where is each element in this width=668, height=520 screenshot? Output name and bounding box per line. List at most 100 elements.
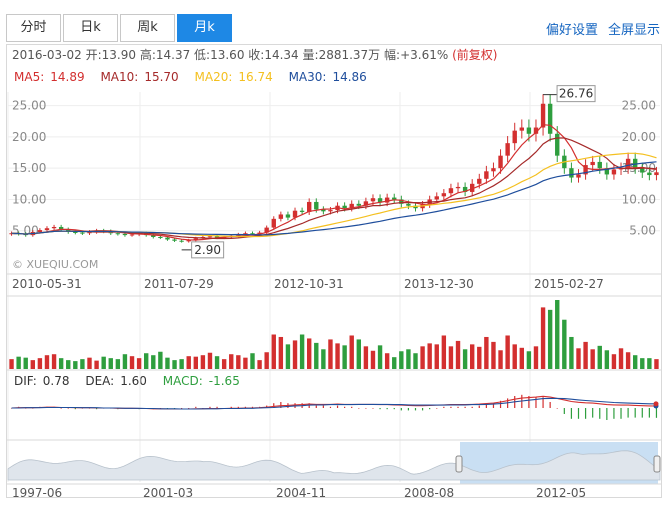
macd-bar xyxy=(471,406,473,408)
x-tick-label: 2010-05-31 xyxy=(12,277,82,291)
volume-bar xyxy=(207,352,213,369)
volume-bar xyxy=(477,346,482,369)
volume-bar xyxy=(200,355,206,369)
macd-bar xyxy=(195,406,197,408)
volume-bar xyxy=(640,358,645,369)
macd-bar xyxy=(400,408,402,411)
candle-body xyxy=(392,197,397,200)
volume-bar xyxy=(462,349,468,369)
macd-bar xyxy=(570,408,573,419)
candle-body xyxy=(455,186,461,189)
y-tick-left: 15.00 xyxy=(12,161,46,175)
high-callout-label: 26.76 xyxy=(559,87,593,101)
volume-bar xyxy=(136,358,142,369)
volume-bar xyxy=(108,358,113,369)
candle-body xyxy=(512,130,517,144)
volume-bar xyxy=(441,335,447,369)
macd-bar xyxy=(209,406,211,408)
volume-bar xyxy=(498,350,503,369)
volume-bar xyxy=(292,340,298,369)
macd-bar xyxy=(216,406,218,408)
candle-body xyxy=(278,214,284,219)
candle-body xyxy=(477,178,482,184)
y-tick-left: 10.00 xyxy=(12,192,46,206)
volume-bar xyxy=(356,339,362,369)
volume-bar xyxy=(484,336,489,369)
candle-body xyxy=(611,169,617,175)
volume-bar xyxy=(540,307,546,369)
volume-bar xyxy=(101,356,106,369)
volume-bar xyxy=(384,353,390,369)
navigator-left-handle[interactable] xyxy=(455,455,463,473)
candle-body xyxy=(129,234,135,236)
macd-bar xyxy=(443,406,445,408)
kline-chart-svg[interactable]: 25.00 25.0020.00 20.0015.00 15.0010.00 10.00… xyxy=(0,0,668,520)
macd-bar xyxy=(641,408,643,418)
candle-body xyxy=(342,205,347,209)
volume-bar xyxy=(193,356,199,369)
volume-bar xyxy=(569,336,574,369)
candle-body xyxy=(73,231,78,233)
macd-bar xyxy=(414,408,417,411)
candle-body xyxy=(115,233,121,235)
volume-bar xyxy=(129,356,135,369)
macd-bar xyxy=(584,408,587,419)
volume-bar xyxy=(87,357,92,369)
volume-bar xyxy=(229,354,234,369)
volume-bar xyxy=(264,352,269,369)
volume-bar xyxy=(625,352,631,369)
candle-body xyxy=(484,171,489,179)
volume-bar xyxy=(172,360,177,369)
macd-bar xyxy=(613,408,615,419)
volume-bar xyxy=(363,346,369,369)
candle-body xyxy=(158,236,163,238)
candle-body xyxy=(555,133,560,156)
candle-body xyxy=(540,103,546,128)
navigator-area xyxy=(7,450,661,481)
macd-bar xyxy=(457,406,459,408)
volume-bar xyxy=(562,319,567,369)
candle-body xyxy=(314,201,319,210)
volume-bar xyxy=(214,356,220,369)
macd-bar xyxy=(436,408,438,409)
macd-bar xyxy=(599,408,601,419)
volume-bar xyxy=(533,346,539,369)
y-tick-right: 10.00 xyxy=(622,192,656,206)
macd-bar xyxy=(336,405,339,408)
x-tick-label: 2013-12-30 xyxy=(404,277,474,291)
y-tick-left: 20.00 xyxy=(12,130,46,144)
navigator-right-handle[interactable] xyxy=(653,455,661,473)
dea-endpoint xyxy=(653,401,659,407)
candle-body xyxy=(306,201,312,212)
volume-bar xyxy=(73,361,78,369)
volume-bar xyxy=(314,342,319,369)
candle-body xyxy=(625,158,631,169)
candle-body xyxy=(207,236,213,238)
candle-body xyxy=(576,174,581,178)
candle-body xyxy=(44,228,50,231)
volume-bar xyxy=(611,354,617,369)
volume-bar xyxy=(328,339,333,369)
macd-bar xyxy=(344,406,346,408)
ma20-line xyxy=(11,152,657,238)
volume-bar xyxy=(158,351,163,369)
candle-body xyxy=(299,210,305,212)
volume-bar xyxy=(654,359,659,369)
macd-bar xyxy=(627,408,629,418)
x-tick-label: 2012-10-31 xyxy=(274,277,344,291)
candle-body xyxy=(406,203,411,206)
macd-bar xyxy=(372,408,374,409)
volume-bar xyxy=(519,347,525,369)
volume-bar xyxy=(143,353,149,369)
candle-body xyxy=(547,103,553,134)
candle-body xyxy=(441,193,447,197)
macd-bar xyxy=(365,408,367,409)
volume-bar xyxy=(491,341,496,369)
volume-bar xyxy=(555,300,560,369)
low-callout-label: 2.90 xyxy=(194,243,221,257)
candle-body xyxy=(491,168,496,172)
volume-bar xyxy=(597,345,602,369)
macd-bar xyxy=(67,408,69,409)
candle-body xyxy=(328,210,333,212)
candle-body xyxy=(590,161,595,166)
